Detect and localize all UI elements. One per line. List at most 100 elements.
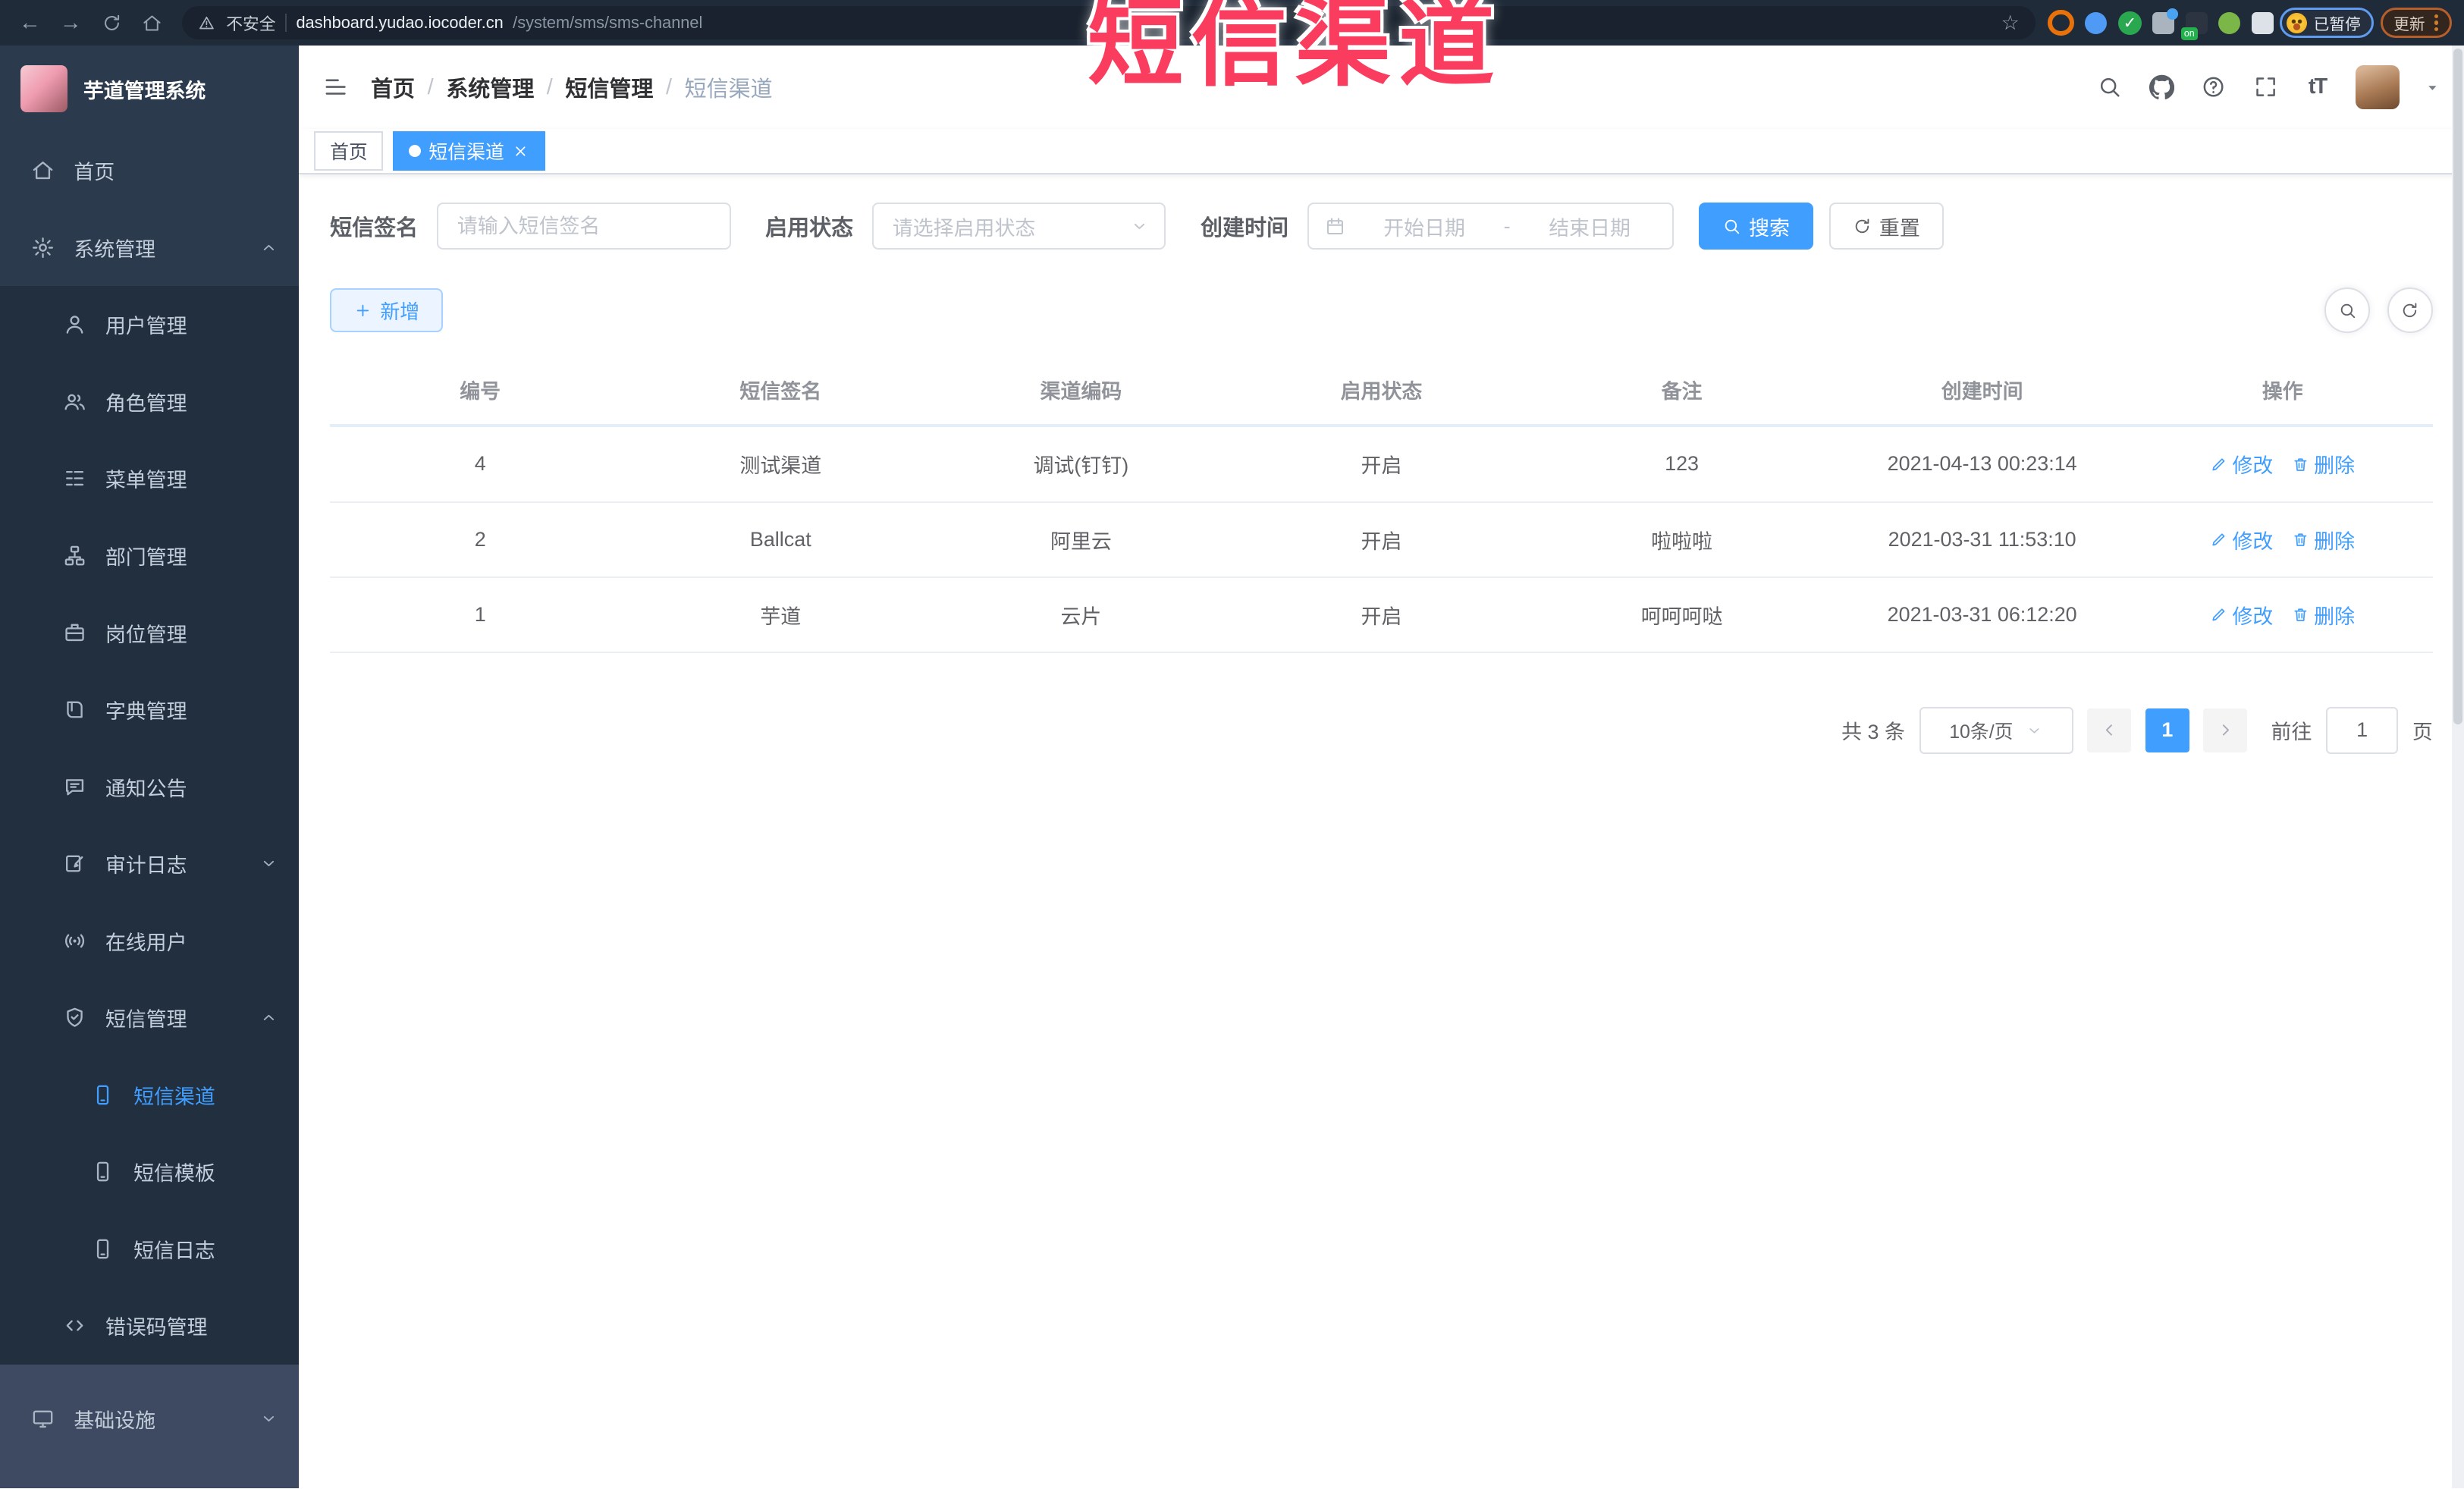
trash-icon: [2292, 531, 2309, 548]
sidebar-item-online-users[interactable]: 在线用户: [0, 902, 299, 979]
page-scrollbar-thumb[interactable]: [2453, 49, 2463, 725]
breadcrumb-separator: /: [546, 74, 553, 99]
status-filter-select[interactable]: 请选择启用状态: [871, 203, 1166, 250]
column-header: 操作: [2262, 380, 2303, 404]
sidebar-item-dept-management[interactable]: 部门管理: [0, 517, 299, 595]
sidebar-item-label: 短信渠道: [133, 1085, 215, 1108]
github-icon[interactable]: [2149, 74, 2175, 100]
search-icon[interactable]: [2096, 74, 2123, 100]
table-toolbar: 新增: [330, 287, 2433, 334]
sidebar-item-system-management[interactable]: 系统管理: [0, 209, 299, 287]
extension-grid-badge[interactable]: [2152, 8, 2178, 34]
security-warning-icon: [198, 14, 217, 32]
close-icon[interactable]: [512, 143, 529, 160]
cell-remark: 啦啦啦: [1651, 529, 1712, 553]
add-button[interactable]: 新增: [330, 288, 444, 333]
home-icon: [31, 159, 55, 182]
sidebar-item-infrastructure[interactable]: 基础设施: [0, 1380, 299, 1457]
sidebar-item-error-code-management[interactable]: 错误码管理: [0, 1287, 299, 1365]
prev-page-button[interactable]: [2087, 708, 2132, 752]
sidebar-item-user-management[interactable]: 用户管理: [0, 286, 299, 363]
extension-green-check[interactable]: ✓: [2117, 11, 2142, 35]
refresh-table-button[interactable]: [2387, 287, 2433, 334]
reset-button[interactable]: 重置: [1828, 203, 1944, 250]
delete-link[interactable]: 删除: [2292, 600, 2355, 630]
goto-page-input[interactable]: [2326, 706, 2399, 754]
breadcrumb-item[interactable]: 系统管理: [446, 71, 534, 103]
edit-icon: [2210, 531, 2227, 548]
tab-home[interactable]: 首页: [314, 131, 384, 171]
sidebar-item-role-management[interactable]: 角色管理: [0, 363, 299, 441]
edit-link[interactable]: 修改: [2210, 525, 2273, 554]
edit-link[interactable]: 修改: [2210, 449, 2273, 479]
sign-filter-input[interactable]: [437, 203, 731, 250]
delete-link[interactable]: 删除: [2292, 449, 2355, 479]
address-bar[interactable]: 不安全 dashboard.yudao.iocoder.cn /system/s…: [182, 6, 2036, 39]
sidebar-item-sms-management[interactable]: 短信管理: [0, 979, 299, 1057]
browser-back-icon[interactable]: ←: [13, 5, 48, 40]
extension-white-puzzle[interactable]: [2251, 11, 2274, 34]
table-row: 1 芋道 云片 开启 呵呵呵哒 2021-03-31 06:12:20 修改 删除: [330, 578, 2433, 654]
mobile-icon: [91, 1160, 115, 1183]
search-icon: [1722, 217, 1741, 236]
chevron-up-icon: [259, 238, 278, 257]
extension-dark-on[interactable]: on: [2180, 11, 2208, 40]
angle-left-icon: [2100, 721, 2119, 740]
sidebar-item-sms-template[interactable]: 短信模板: [0, 1133, 299, 1211]
sidebar-item-notice-announcement[interactable]: 通知公告: [0, 748, 299, 825]
toggle-search-button[interactable]: [2324, 287, 2371, 334]
mobile-icon: [91, 1237, 115, 1261]
sidebar-item-dict-management[interactable]: 字典管理: [0, 671, 299, 749]
delete-link[interactable]: 删除: [2292, 525, 2355, 554]
breadcrumb-item[interactable]: 短信管理: [565, 71, 653, 103]
cell-actions: 修改 删除: [2133, 600, 2433, 630]
chevron-down-icon[interactable]: [2425, 80, 2440, 96]
next-page-button[interactable]: [2203, 708, 2248, 752]
browser-reload-icon[interactable]: [94, 5, 129, 40]
sidebar-item-menu-management[interactable]: 菜单管理: [0, 440, 299, 517]
extension-orange-ring[interactable]: [2048, 9, 2074, 36]
url-host: dashboard.yudao.iocoder.cn: [296, 13, 504, 33]
sidebar-logo-row[interactable]: 芋道管理系统: [0, 46, 299, 132]
gear-icon: [31, 236, 55, 259]
sidebar-item-sms-channel[interactable]: 短信渠道: [0, 1056, 299, 1133]
fullscreen-icon[interactable]: [2252, 74, 2279, 100]
cell-sign: Ballcat: [749, 527, 811, 551]
page-unit-label: 页: [2412, 721, 2433, 744]
extension-green-leaf[interactable]: [2218, 11, 2241, 34]
date-start-placeholder: 开始日期: [1383, 216, 1465, 240]
font-size-icon[interactable]: tT: [2304, 74, 2331, 100]
search-button[interactable]: 搜索: [1698, 203, 1813, 250]
page-number-button[interactable]: 1: [2145, 708, 2189, 752]
browser-update-button[interactable]: 更新: [2380, 8, 2452, 38]
extension-blue-dot[interactable]: [2085, 11, 2108, 34]
sidebar-item-sms-log[interactable]: 短信日志: [0, 1211, 299, 1288]
sidebar-item-audit-log[interactable]: 审计日志: [0, 825, 299, 903]
tab-sms-channel[interactable]: 短信渠道: [392, 131, 545, 171]
paused-badge[interactable]: 已暂停: [2280, 8, 2375, 38]
table-settings-group: [2324, 287, 2433, 334]
bookmark-star-icon[interactable]: ☆: [2001, 11, 2020, 35]
browser-toolbar: ← → 不安全 dashboard.yudao.iocoder.cn /syst…: [0, 0, 2464, 46]
sidebar-collapse-icon[interactable]: [322, 74, 349, 100]
sidebar-item-label: 通知公告: [105, 777, 187, 800]
edit-link-label: 修改: [2232, 529, 2274, 553]
date-range-picker[interactable]: 开始日期 - 结束日期: [1307, 203, 1674, 250]
edit-link[interactable]: 修改: [2210, 600, 2273, 630]
browser-forward-icon[interactable]: →: [53, 5, 88, 40]
sidebar-item-home[interactable]: 首页: [0, 132, 299, 209]
sidebar-item-post-management[interactable]: 岗位管理: [0, 594, 299, 671]
tab-sms-channel-label: 短信渠道: [428, 141, 504, 163]
app-title: 芋道管理系统: [83, 79, 206, 102]
search-button-label: 搜索: [1749, 216, 1790, 240]
browser-home-icon[interactable]: [135, 5, 170, 40]
breadcrumb-separator: /: [665, 74, 673, 99]
extensions-row: ✓ on: [2048, 8, 2274, 40]
breadcrumb-item[interactable]: 首页: [371, 71, 415, 103]
goto-label: 前往: [2271, 721, 2312, 744]
avatar[interactable]: [2356, 64, 2400, 109]
page-size-select[interactable]: 10条/页: [1919, 706, 2073, 754]
help-icon[interactable]: [2200, 74, 2227, 100]
sidebar-item-label: 基础设施: [74, 1409, 156, 1432]
sidebar-item-label: 角色管理: [105, 391, 187, 415]
